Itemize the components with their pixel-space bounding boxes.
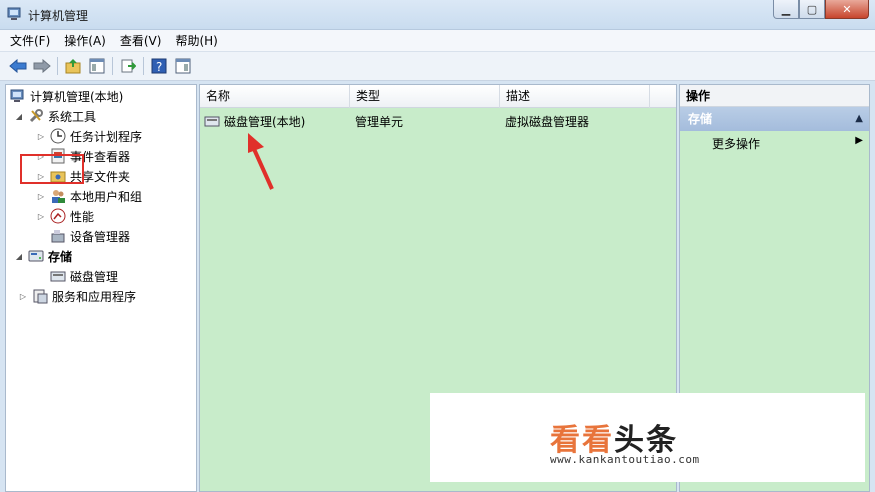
menu-action[interactable]: 操作(A) xyxy=(64,32,106,49)
disk-management-icon xyxy=(50,271,66,282)
tree-item-label: 本地用户和组 xyxy=(70,189,143,204)
device-manager-icon xyxy=(51,230,65,243)
services-icon xyxy=(33,289,48,304)
tree-item-local-users[interactable]: ▷ 本地用户和组 xyxy=(36,186,142,206)
show-hide-tree-button[interactable] xyxy=(87,56,107,76)
expand-arrow-icon[interactable]: ▷ xyxy=(36,132,46,141)
svg-text:?: ? xyxy=(156,60,162,74)
toolbar-separator xyxy=(143,57,144,75)
forward-arrow-icon xyxy=(33,59,51,73)
watermark: 看看头条 www.kankantoutiao.com xyxy=(430,393,865,482)
maximize-button[interactable]: ▢ xyxy=(799,0,825,19)
help-icon: ? xyxy=(151,58,167,74)
collapse-arrow-icon[interactable]: ◢ xyxy=(14,112,24,121)
console-tree-pane: 计算机管理(本地) ◢ 系统工具 ▷ 任务计划程序 ▷ 事件查看器 ▷ 共享文件… xyxy=(5,84,197,492)
computer-management-icon xyxy=(10,89,24,102)
highlight-box xyxy=(20,154,84,184)
tree-item-services-apps[interactable]: ▷ 服务和应用程序 xyxy=(18,286,136,306)
list-row[interactable]: 磁盘管理(本地) 管理单元 虚拟磁盘管理器 xyxy=(204,111,589,131)
toolbar-separator xyxy=(57,57,58,75)
folder-up-icon xyxy=(65,59,81,74)
row-name: 磁盘管理(本地) xyxy=(224,114,306,129)
tree-item-label: 服务和应用程序 xyxy=(52,289,137,304)
users-icon xyxy=(52,190,65,203)
toolbar: ? xyxy=(0,52,875,81)
tree-item-root[interactable]: 计算机管理(本地) xyxy=(10,86,123,106)
column-header-type[interactable]: 类型 xyxy=(350,85,500,108)
actions-section-label: 存储 xyxy=(688,112,713,126)
show-hide-action-pane-button[interactable] xyxy=(173,56,193,76)
tree-item-performance[interactable]: ▷ 性能 xyxy=(36,206,94,226)
back-arrow-icon xyxy=(9,59,27,73)
red-arrow-annotation xyxy=(248,133,274,190)
toolbar-separator xyxy=(112,57,113,75)
forward-button[interactable] xyxy=(32,56,52,76)
action-pane-icon xyxy=(175,58,191,74)
menu-view[interactable]: 查看(V) xyxy=(120,32,162,49)
column-header-description[interactable]: 描述 xyxy=(500,85,650,108)
expand-arrow-icon[interactable]: ▷ xyxy=(36,192,46,201)
tree-item-label: 系统工具 xyxy=(48,109,97,124)
window-title: 计算机管理 xyxy=(28,9,89,23)
tree-item-label: 设备管理器 xyxy=(70,229,131,244)
menu-bar: 文件(F) 操作(A) 查看(V) 帮助(H) xyxy=(0,30,875,52)
tree-item-system-tools[interactable]: ◢ 系统工具 xyxy=(14,106,96,126)
watermark-url: www.kankantoutiao.com xyxy=(550,453,700,466)
menu-file[interactable]: 文件(F) xyxy=(10,32,50,49)
collapse-arrow-icon[interactable]: ◢ xyxy=(14,252,24,261)
minimize-button[interactable]: ▁ xyxy=(773,0,799,19)
actions-section-storage[interactable]: 存储 ▲ xyxy=(680,107,869,131)
back-button[interactable] xyxy=(8,56,28,76)
console-tree-icon xyxy=(89,58,105,74)
expand-arrow-icon[interactable]: ▷ xyxy=(18,292,28,301)
tree-item-label: 性能 xyxy=(70,209,95,224)
disk-management-icon xyxy=(204,116,220,127)
row-description: 虚拟磁盘管理器 xyxy=(505,114,590,129)
export-icon xyxy=(121,59,136,73)
tree-item-task-scheduler[interactable]: ▷ 任务计划程序 xyxy=(36,126,142,146)
export-list-button[interactable] xyxy=(118,56,138,76)
close-button[interactable]: ✕ xyxy=(825,0,869,19)
tree-item-storage[interactable]: ◢ 存储 xyxy=(14,246,72,266)
computer-management-icon xyxy=(7,7,21,20)
column-header-empty xyxy=(650,85,676,108)
tree-item-label: 计算机管理(本地) xyxy=(30,89,124,104)
tree-item-disk-management[interactable]: 磁盘管理 xyxy=(50,266,118,286)
performance-icon xyxy=(50,208,66,224)
title-bar: 计算机管理 ▁ ▢ ✕ xyxy=(0,0,875,30)
column-header-name[interactable]: 名称 xyxy=(200,85,350,108)
up-level-button[interactable] xyxy=(63,56,83,76)
tree-item-label: 磁盘管理 xyxy=(70,269,119,284)
clock-icon xyxy=(50,128,66,144)
help-button[interactable]: ? xyxy=(149,56,169,76)
tools-icon xyxy=(29,109,43,123)
menu-help[interactable]: 帮助(H) xyxy=(175,32,217,49)
expand-arrow-icon[interactable]: ▷ xyxy=(36,212,46,221)
collapse-triangle-icon[interactable]: ▲ xyxy=(855,107,863,131)
submenu-arrow-icon[interactable]: ▶ xyxy=(855,135,863,146)
actions-title: 操作 xyxy=(680,85,869,107)
tree-item-label: 存储 xyxy=(48,249,73,264)
more-actions-link[interactable]: 更多操作 xyxy=(712,135,760,152)
list-header: 名称 类型 描述 xyxy=(200,85,676,108)
tree-item-device-manager[interactable]: 设备管理器 xyxy=(50,226,130,246)
row-type: 管理单元 xyxy=(355,114,404,129)
storage-icon xyxy=(28,250,44,262)
tree-item-label: 任务计划程序 xyxy=(70,129,143,144)
